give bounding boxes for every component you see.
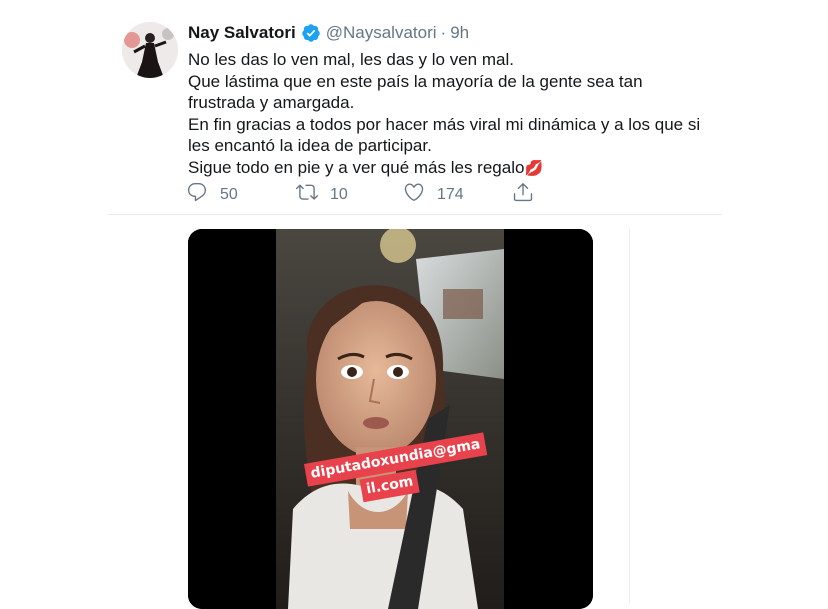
- tweet-text-line: Sigue todo en pie y a ver qué más les re…: [188, 157, 525, 177]
- tweet-text-line: Que lástima que en este país la mayoría …: [188, 71, 643, 113]
- divider: [108, 214, 722, 215]
- verified-badge-icon: [301, 23, 321, 43]
- retweet-icon: [296, 181, 318, 208]
- avatar-image: [122, 22, 178, 78]
- next-media-edge: [629, 229, 630, 603]
- tweet-text-line-last: Sigue todo en pie y a ver qué más les re…: [188, 157, 708, 180]
- author-name[interactable]: Nay Salvatori: [188, 23, 296, 43]
- reply-icon: [186, 181, 208, 208]
- avatar[interactable]: [122, 22, 178, 78]
- retweet-button[interactable]: 10: [296, 181, 348, 208]
- tweet-header: Nay Salvatori @Naysalvatori · 9h: [188, 22, 469, 44]
- tweet-text-line: En fin gracias a todos por hacer más vir…: [188, 114, 701, 156]
- kiss-emoji: 💋: [524, 159, 544, 177]
- like-button[interactable]: 174: [403, 181, 464, 208]
- tweet-timestamp[interactable]: 9h: [450, 23, 469, 43]
- video-thumbnail: [188, 229, 593, 609]
- tweet: Nay Salvatori @Naysalvatori · 9h No les …: [0, 0, 828, 609]
- like-count: 174: [437, 185, 464, 203]
- heart-icon: [403, 181, 425, 208]
- header-separator: ·: [440, 23, 447, 42]
- share-icon: [512, 181, 534, 208]
- reply-button[interactable]: 50: [186, 181, 238, 208]
- share-button[interactable]: [512, 181, 534, 208]
- author-handle[interactable]: @Naysalvatori: [326, 23, 437, 43]
- media-video[interactable]: [188, 229, 593, 609]
- retweet-count: 10: [330, 185, 348, 203]
- reply-count: 50: [220, 185, 238, 203]
- tweet-text: No les das lo ven mal, les das y lo ven …: [188, 49, 708, 179]
- tweet-text-line: No les das lo ven mal, les das y lo ven …: [188, 50, 514, 69]
